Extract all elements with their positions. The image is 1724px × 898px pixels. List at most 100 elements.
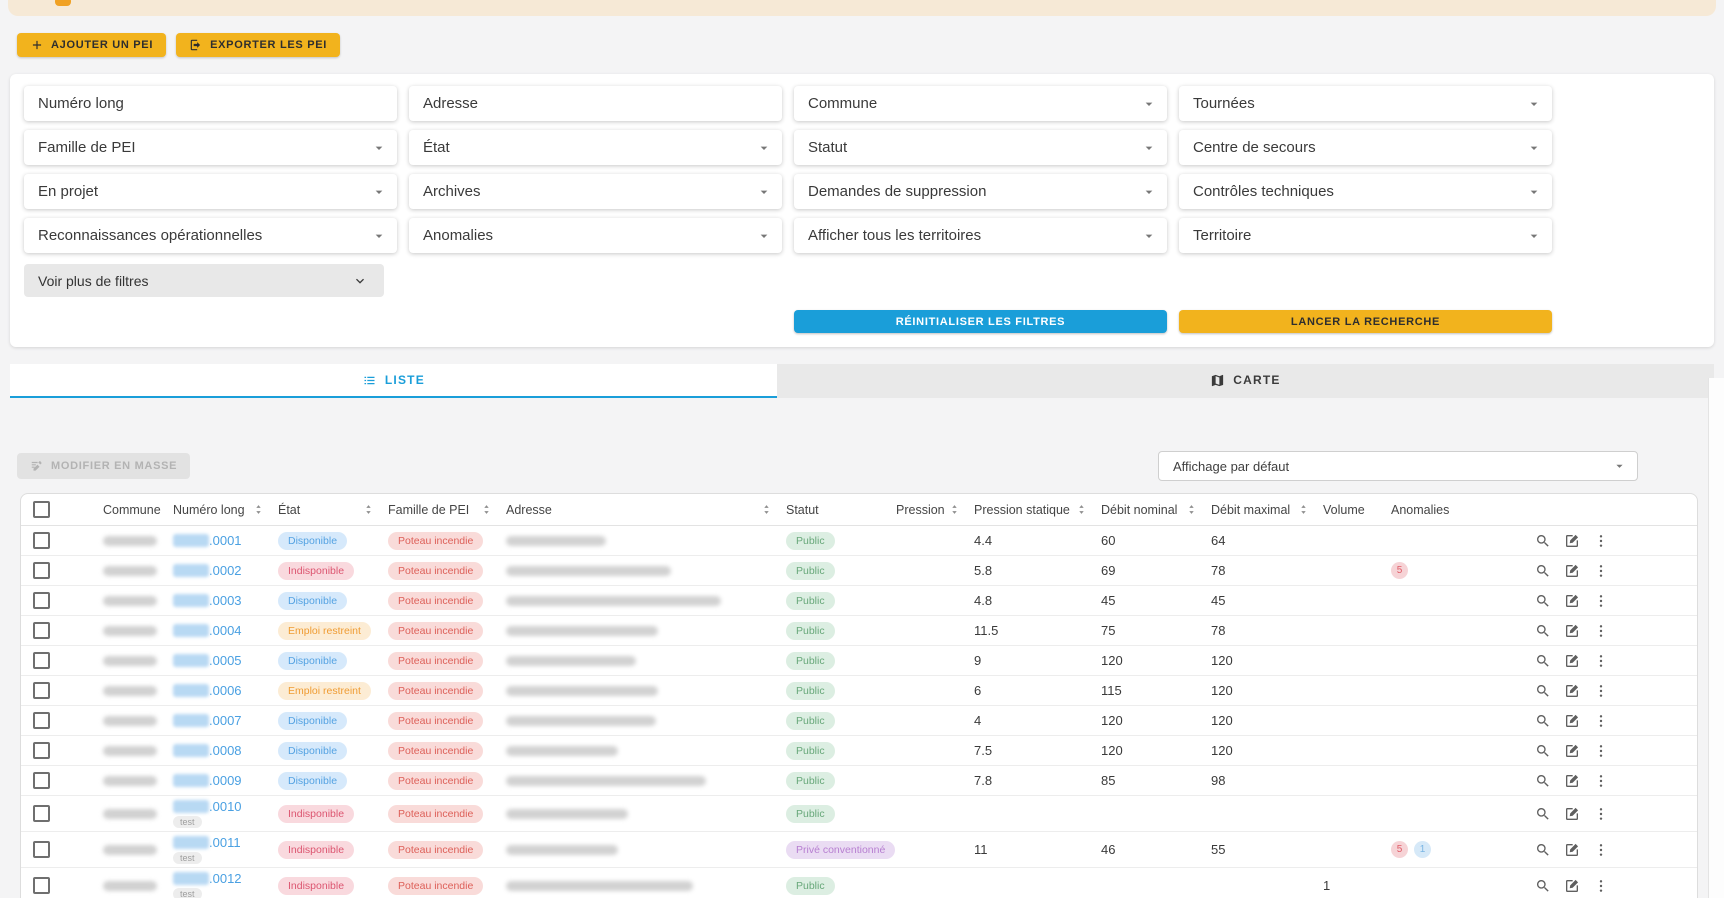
tab-liste[interactable]: LISTE: [10, 364, 777, 398]
view-button[interactable]: [1535, 713, 1551, 729]
numero-long-link[interactable]: .0001: [209, 533, 242, 548]
view-button[interactable]: [1535, 533, 1551, 549]
numero-long-link[interactable]: .0012: [209, 871, 242, 886]
edit-button[interactable]: [1564, 533, 1580, 549]
row-checkbox[interactable]: [33, 841, 50, 858]
row-checkbox[interactable]: [33, 682, 50, 699]
more-filters-button[interactable]: Voir plus de filtres: [24, 264, 384, 297]
numero-long-link[interactable]: .0003: [209, 593, 242, 608]
filter-statut[interactable]: Statut: [794, 130, 1167, 165]
view-button[interactable]: [1535, 743, 1551, 759]
bulk-edit-button[interactable]: MODIFIER EN MASSE: [17, 453, 190, 479]
row-checkbox[interactable]: [33, 712, 50, 729]
filter-reconnaissances-operationnelles[interactable]: Reconnaissances opérationnelles: [24, 218, 397, 253]
view-button[interactable]: [1535, 773, 1551, 789]
row-checkbox[interactable]: [33, 592, 50, 609]
edit-button[interactable]: [1564, 878, 1580, 894]
row-checkbox[interactable]: [33, 562, 50, 579]
row-checkbox[interactable]: [33, 805, 50, 822]
search-button[interactable]: LANCER LA RECHERCHE: [1179, 310, 1552, 333]
sort-icon[interactable]: [948, 503, 961, 516]
row-checkbox-cell: [21, 652, 85, 669]
row-menu-button[interactable]: [1593, 713, 1609, 729]
row-menu-button[interactable]: [1593, 806, 1609, 822]
cell-famille: Poteau incendie: [380, 592, 498, 610]
filter-adresse[interactable]: Adresse: [409, 86, 782, 121]
row-checkbox[interactable]: [33, 877, 50, 894]
row-menu-button[interactable]: [1593, 878, 1609, 894]
edit-icon: [1564, 533, 1580, 549]
numero-long-link[interactable]: .0011: [209, 835, 241, 850]
row-menu-button[interactable]: [1593, 563, 1609, 579]
row-menu-button[interactable]: [1593, 773, 1609, 789]
view-button[interactable]: [1535, 623, 1551, 639]
numero-long-link[interactable]: .0008: [209, 743, 242, 758]
row-menu-button[interactable]: [1593, 842, 1609, 858]
numero-long-link[interactable]: .0009: [209, 773, 242, 788]
row-menu-button[interactable]: [1593, 683, 1609, 699]
export-pei-button[interactable]: EXPORTER LES PEI: [176, 33, 340, 57]
row-menu-button[interactable]: [1593, 653, 1609, 669]
numero-long-link[interactable]: .0004: [209, 623, 242, 638]
col-header-anomalies: Anomalies: [1383, 494, 1468, 525]
edit-button[interactable]: [1564, 806, 1580, 822]
filter-tournees[interactable]: Tournées: [1179, 86, 1552, 121]
page-scrollbar[interactable]: [1708, 378, 1724, 898]
select-all-checkbox[interactable]: [33, 501, 50, 518]
edit-button[interactable]: [1564, 842, 1580, 858]
edit-button[interactable]: [1564, 593, 1580, 609]
filter-numero-long[interactable]: Numéro long: [24, 86, 397, 121]
sort-icon[interactable]: [760, 503, 773, 516]
edit-button[interactable]: [1564, 743, 1580, 759]
filter-anomalies[interactable]: Anomalies: [409, 218, 782, 253]
sort-icon[interactable]: [362, 503, 375, 516]
edit-button[interactable]: [1564, 713, 1580, 729]
edit-button[interactable]: [1564, 683, 1580, 699]
filter-en-projet[interactable]: En projet: [24, 174, 397, 209]
statut-badge: Public: [786, 562, 835, 580]
filter-etat[interactable]: État: [409, 130, 782, 165]
filter-famille-de-pei[interactable]: Famille de PEI: [24, 130, 397, 165]
row-checkbox[interactable]: [33, 532, 50, 549]
row-checkbox[interactable]: [33, 622, 50, 639]
edit-button[interactable]: [1564, 653, 1580, 669]
numero-long-link[interactable]: .0005: [209, 653, 242, 668]
numero-long-link[interactable]: .0002: [209, 563, 242, 578]
row-menu-button[interactable]: [1593, 623, 1609, 639]
sort-icon[interactable]: [480, 503, 493, 516]
filter-territoire[interactable]: Territoire: [1179, 218, 1552, 253]
filter-archives[interactable]: Archives: [409, 174, 782, 209]
view-button[interactable]: [1535, 563, 1551, 579]
filter-centre-de-secours[interactable]: Centre de secours: [1179, 130, 1552, 165]
edit-button[interactable]: [1564, 563, 1580, 579]
tab-carte[interactable]: CARTE: [777, 364, 1714, 398]
filter-commune[interactable]: Commune: [794, 86, 1167, 121]
view-button[interactable]: [1535, 593, 1551, 609]
add-pei-button[interactable]: AJOUTER UN PEI: [17, 33, 166, 57]
numero-long-link[interactable]: .0007: [209, 713, 242, 728]
view-button[interactable]: [1535, 806, 1551, 822]
edit-button[interactable]: [1564, 623, 1580, 639]
view-button[interactable]: [1535, 653, 1551, 669]
row-menu-button[interactable]: [1593, 743, 1609, 759]
view-button[interactable]: [1535, 878, 1551, 894]
reset-filters-button[interactable]: RÉINITIALISER LES FILTRES: [794, 310, 1167, 333]
sort-icon[interactable]: [1297, 503, 1310, 516]
display-mode-select[interactable]: Affichage par défaut: [1158, 451, 1638, 481]
edit-button[interactable]: [1564, 773, 1580, 789]
sort-icon[interactable]: [1185, 503, 1198, 516]
row-checkbox[interactable]: [33, 742, 50, 759]
filter-demandes-de-suppression[interactable]: Demandes de suppression: [794, 174, 1167, 209]
view-button[interactable]: [1535, 683, 1551, 699]
row-checkbox[interactable]: [33, 772, 50, 789]
filter-afficher-tous-les-territoires[interactable]: Afficher tous les territoires: [794, 218, 1167, 253]
row-menu-button[interactable]: [1593, 533, 1609, 549]
row-checkbox[interactable]: [33, 652, 50, 669]
row-menu-button[interactable]: [1593, 593, 1609, 609]
numero-long-link[interactable]: .0010: [209, 799, 242, 814]
filter-controles-techniques[interactable]: Contrôles techniques: [1179, 174, 1552, 209]
numero-long-link[interactable]: .0006: [209, 683, 242, 698]
view-button[interactable]: [1535, 842, 1551, 858]
sort-icon[interactable]: [1075, 503, 1088, 516]
sort-icon[interactable]: [252, 503, 265, 516]
